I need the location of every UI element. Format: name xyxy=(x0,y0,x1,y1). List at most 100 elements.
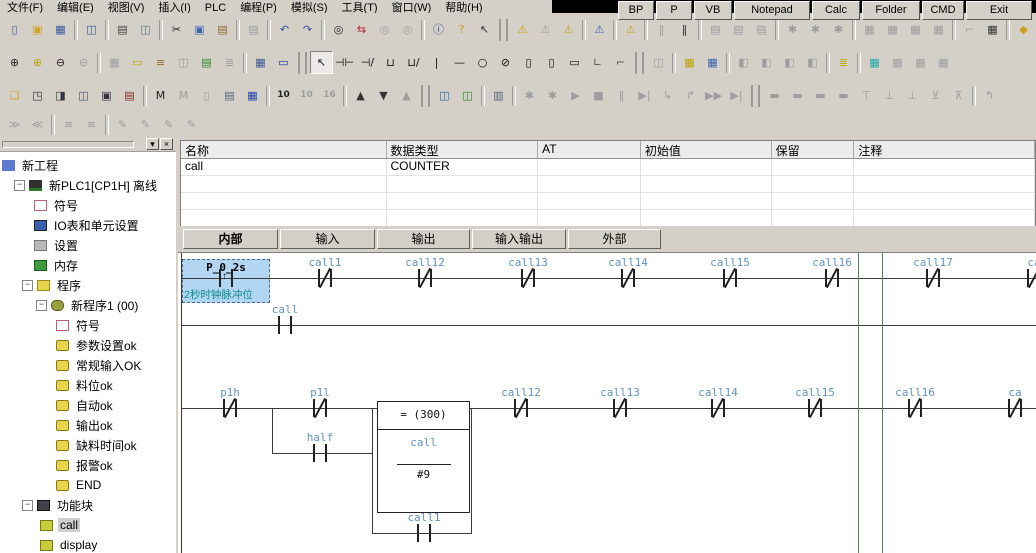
var-table-cell[interactable] xyxy=(641,176,772,193)
var-table-cell[interactable]: call xyxy=(181,159,387,176)
online-edit-cancel-button[interactable]: ✱ xyxy=(804,18,827,41)
base-hex-button[interactable]: 16 xyxy=(318,84,341,107)
contact-nc-button[interactable]: ⊣/ xyxy=(356,51,379,74)
sim-pause-button[interactable]: ‖ xyxy=(610,84,633,107)
compile-all-button[interactable]: ⚠ xyxy=(534,18,557,41)
menu-item[interactable]: PLC xyxy=(198,0,233,13)
contact-or-no-button[interactable]: ⊔ xyxy=(379,51,402,74)
tree-item-19[interactable]: display xyxy=(0,535,176,553)
var-tab-4[interactable]: 外部 xyxy=(568,229,661,249)
ladder-contact-call14[interactable] xyxy=(705,399,731,417)
edit-delete-col-button[interactable]: ◧ xyxy=(801,51,824,74)
tree-item-4[interactable]: 设置 xyxy=(0,235,176,255)
mem-card-1-button[interactable]: ▬ xyxy=(763,84,786,107)
tree-item-16[interactable]: END xyxy=(0,475,176,495)
tree-item-6[interactable]: −程序 xyxy=(0,275,176,295)
contact-or-nc-button[interactable]: ⊔/ xyxy=(402,51,425,74)
search-address-button[interactable]: ◎ xyxy=(396,18,419,41)
ladder-contact-call17[interactable] xyxy=(920,269,946,287)
ladder-contact-call1[interactable] xyxy=(411,524,437,542)
search-program-button[interactable]: ◎ xyxy=(373,18,396,41)
var-table-cell[interactable] xyxy=(387,176,539,193)
menu-item[interactable]: 模拟(S) xyxy=(284,0,335,13)
find-button[interactable]: ◎ xyxy=(327,18,350,41)
ladder-contact-call12[interactable] xyxy=(412,269,438,287)
ladder-editor[interactable]: P_0_2s2秒时钟脉冲位= (300)call#9↑call1call12ca… xyxy=(178,252,1036,553)
print-preview-button[interactable]: ◫ xyxy=(134,18,157,41)
ladder-contact-p1l[interactable] xyxy=(307,399,333,417)
marker-2-button[interactable]: ✎ xyxy=(134,113,157,136)
transfer-to-plc-button[interactable]: ▲ xyxy=(349,84,372,107)
menu-item[interactable]: 编辑(E) xyxy=(50,0,101,13)
print-preview-search-button[interactable]: ◫ xyxy=(80,18,103,41)
compare-instruction-block[interactable]: = (300)call#9 xyxy=(377,401,470,513)
sim-step-button[interactable]: ▶| xyxy=(633,84,656,107)
tree-item-11[interactable]: 料位ok xyxy=(0,375,176,395)
mem-card-4-button[interactable]: ▬ xyxy=(832,84,855,107)
ladder-contact-ca[interactable] xyxy=(1002,399,1028,417)
task-schedule-button[interactable]: ▦ xyxy=(701,51,724,74)
var-table-cell[interactable] xyxy=(772,159,855,176)
keyboard-mapping-button[interactable]: ▦ xyxy=(981,18,1004,41)
redo-button[interactable]: ↷ xyxy=(296,18,319,41)
ladder-contact-call15[interactable] xyxy=(717,269,743,287)
var-tab-0-active[interactable]: 内部 xyxy=(183,229,278,249)
menu-item[interactable]: 工具(T) xyxy=(335,0,385,13)
tree-item-7[interactable]: −新程序1 (00) xyxy=(0,295,176,315)
var-tab-3[interactable]: 输入输出 xyxy=(472,229,566,249)
ladder-contact-call14[interactable] xyxy=(615,269,641,287)
tree-item-2[interactable]: 符号 xyxy=(0,195,176,215)
mem-card-3-button[interactable]: ▬ xyxy=(809,84,832,107)
plc-memory-1-button[interactable]: ▦ xyxy=(858,18,881,41)
select-tool-button[interactable]: ↖ xyxy=(310,51,333,74)
var-table-cell[interactable] xyxy=(538,193,641,210)
monitor-window-button[interactable]: ◫ xyxy=(433,84,456,107)
tree-expander-icon[interactable]: − xyxy=(14,180,25,191)
zoom-fit-button[interactable]: ⊖ xyxy=(72,51,95,74)
transfer-from-plc-button[interactable]: ▼ xyxy=(372,84,395,107)
doc-transfer-1-button[interactable]: ▤ xyxy=(704,18,727,41)
var-table-cell[interactable] xyxy=(641,210,772,227)
var-tab-2[interactable]: 输出 xyxy=(377,229,470,249)
monitor-options-button[interactable]: ◫ xyxy=(456,84,479,107)
menu-item[interactable]: 窗口(W) xyxy=(385,0,439,13)
online-edit-send-button[interactable]: ✱ xyxy=(781,18,804,41)
watch-grid-button[interactable]: ▦ xyxy=(863,51,886,74)
print-button[interactable]: ▤ xyxy=(111,18,134,41)
fb-parameter-button[interactable]: ∟ xyxy=(586,51,609,74)
doc-transfer-3-button[interactable]: ▤ xyxy=(750,18,773,41)
var-table-cell[interactable] xyxy=(772,176,855,193)
tree-expander-icon[interactable]: − xyxy=(36,300,47,311)
online-edit-button[interactable]: ⚠ xyxy=(619,18,642,41)
memo-view-button[interactable]: ▯ xyxy=(195,84,218,107)
edit-insert-col-button[interactable]: ◧ xyxy=(778,51,801,74)
ladder-contact-call[interactable] xyxy=(272,316,298,334)
var-table-cell[interactable] xyxy=(538,210,641,227)
tree-item-10[interactable]: 常规输入OK xyxy=(0,355,176,375)
zoom-in-button[interactable]: ⊕ xyxy=(3,51,26,74)
marker-4-button[interactable]: ✎ xyxy=(180,113,203,136)
toggle-project-window-button[interactable]: ❏ xyxy=(3,84,26,107)
base-signed-decimal-button[interactable]: 10 xyxy=(295,84,318,107)
step-run-button[interactable]: ⌐ xyxy=(958,18,981,41)
open-file-button[interactable]: ▣ xyxy=(26,18,49,41)
pause-grey-button[interactable]: ‖ xyxy=(650,18,673,41)
force-on-button[interactable]: ⊤ xyxy=(855,84,878,107)
horizontal-line-button[interactable]: — xyxy=(448,51,471,74)
sim-run-button[interactable]: ▶ xyxy=(564,84,587,107)
var-table-cell[interactable] xyxy=(772,210,855,227)
program-stack-button[interactable]: ▦ xyxy=(678,51,701,74)
menu-item[interactable]: 编程(P) xyxy=(233,0,284,13)
about-button[interactable]: ⓘ xyxy=(427,18,450,41)
marker-1-button[interactable]: ✎ xyxy=(111,113,134,136)
block-comment-2-button[interactable]: ≡ xyxy=(80,113,103,136)
menu-item[interactable]: 插入(I) xyxy=(151,0,197,13)
tree-expander-icon[interactable]: − xyxy=(22,280,33,291)
help-button[interactable]: ? xyxy=(450,18,473,41)
plc-memory-4-button[interactable]: ▦ xyxy=(927,18,950,41)
tree-item-14[interactable]: 缺料时间ok xyxy=(0,435,176,455)
ladder-contact-call12[interactable] xyxy=(508,399,534,417)
pause-flag-button[interactable]: ✱ xyxy=(518,84,541,107)
security-button[interactable]: ◆ xyxy=(1012,18,1035,41)
tree-expander-icon[interactable]: − xyxy=(22,500,33,511)
